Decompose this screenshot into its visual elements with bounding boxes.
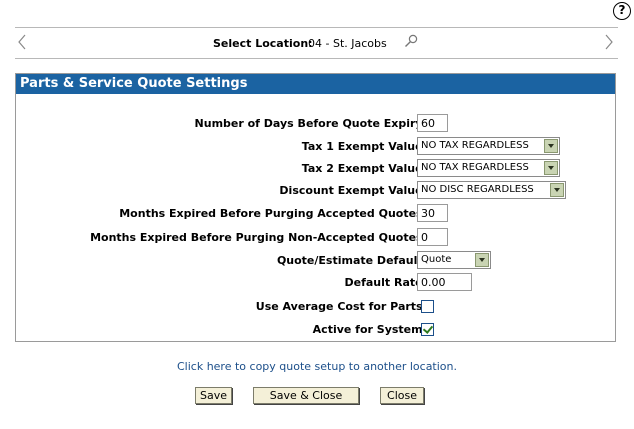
active-row: Active for System: xyxy=(16,320,615,340)
help-icon[interactable]: ? xyxy=(613,2,631,20)
purge-accepted-input[interactable] xyxy=(417,204,448,222)
tax1-label: Tax 1 Exempt Value: xyxy=(301,140,427,153)
purge-accepted-row: Months Expired Before Purging Accepted Q… xyxy=(16,204,615,224)
discount-value: NO DISC REGARDLESS xyxy=(421,184,534,195)
purge-nonaccepted-label: Months Expired Before Purging Non-Accept… xyxy=(90,231,427,244)
chevron-down-icon[interactable] xyxy=(544,139,558,153)
purge-nonaccepted-row: Months Expired Before Purging Non-Accept… xyxy=(16,228,615,248)
expiry-days-label: Number of Days Before Quote Expiry: xyxy=(194,117,427,130)
save-close-button[interactable]: Save & Close xyxy=(253,387,359,404)
avg-cost-row: Use Average Cost for Parts: xyxy=(16,297,615,317)
save-button[interactable]: Save xyxy=(195,387,232,404)
location-value: 04 - St. Jacobs xyxy=(308,37,387,50)
tax1-value: NO TAX REGARDLESS xyxy=(421,140,529,151)
quote-default-label: Quote/Estimate Default: xyxy=(276,254,427,267)
avg-cost-label: Use Average Cost for Parts: xyxy=(255,300,427,313)
location-label: Select Location: xyxy=(213,37,313,50)
chevron-down-icon[interactable] xyxy=(475,253,489,267)
tax2-select[interactable]: NO TAX REGARDLESS xyxy=(417,159,560,177)
default-rate-row: Default Rate: xyxy=(16,273,615,293)
expiry-days-row: Number of Days Before Quote Expiry: xyxy=(16,114,615,134)
location-bar: Select Location: 04 - St. Jacobs xyxy=(15,27,618,59)
discount-row: Discount Exempt Value: NO DISC REGARDLES… xyxy=(16,181,615,201)
quote-default-value: Quote xyxy=(421,254,452,265)
avg-cost-checkbox[interactable] xyxy=(421,300,434,313)
purge-accepted-label: Months Expired Before Purging Accepted Q… xyxy=(119,207,427,220)
expiry-days-input[interactable] xyxy=(417,114,448,132)
previous-location-icon[interactable] xyxy=(17,34,27,50)
tax2-value: NO TAX REGARDLESS xyxy=(421,162,529,173)
chevron-down-icon[interactable] xyxy=(550,183,564,197)
tax1-select[interactable]: NO TAX REGARDLESS xyxy=(417,137,560,155)
active-label: Active for System: xyxy=(312,323,427,336)
copy-setup-link[interactable]: Click here to copy quote setup to anothe… xyxy=(0,360,634,373)
chevron-down-icon[interactable] xyxy=(544,161,558,175)
tax2-row: Tax 2 Exempt Value: NO TAX REGARDLESS xyxy=(16,159,615,179)
tax1-row: Tax 1 Exempt Value: NO TAX REGARDLESS xyxy=(16,137,615,157)
tax2-label: Tax 2 Exempt Value: xyxy=(301,162,427,175)
close-button[interactable]: Close xyxy=(380,387,424,404)
panel-title: Parts & Service Quote Settings xyxy=(16,74,615,94)
discount-select[interactable]: NO DISC REGARDLESS xyxy=(417,181,566,199)
quote-default-row: Quote/Estimate Default: Quote xyxy=(16,251,615,271)
search-location-icon[interactable] xyxy=(404,34,418,48)
purge-nonaccepted-input[interactable] xyxy=(417,228,448,246)
default-rate-input[interactable] xyxy=(417,273,472,291)
discount-label: Discount Exempt Value: xyxy=(279,184,427,197)
active-checkbox[interactable] xyxy=(421,323,434,336)
quote-default-select[interactable]: Quote xyxy=(417,251,491,269)
next-location-icon[interactable] xyxy=(604,34,614,50)
default-rate-label: Default Rate: xyxy=(344,276,428,289)
quote-settings-panel: Parts & Service Quote Settings Number of… xyxy=(15,73,616,342)
